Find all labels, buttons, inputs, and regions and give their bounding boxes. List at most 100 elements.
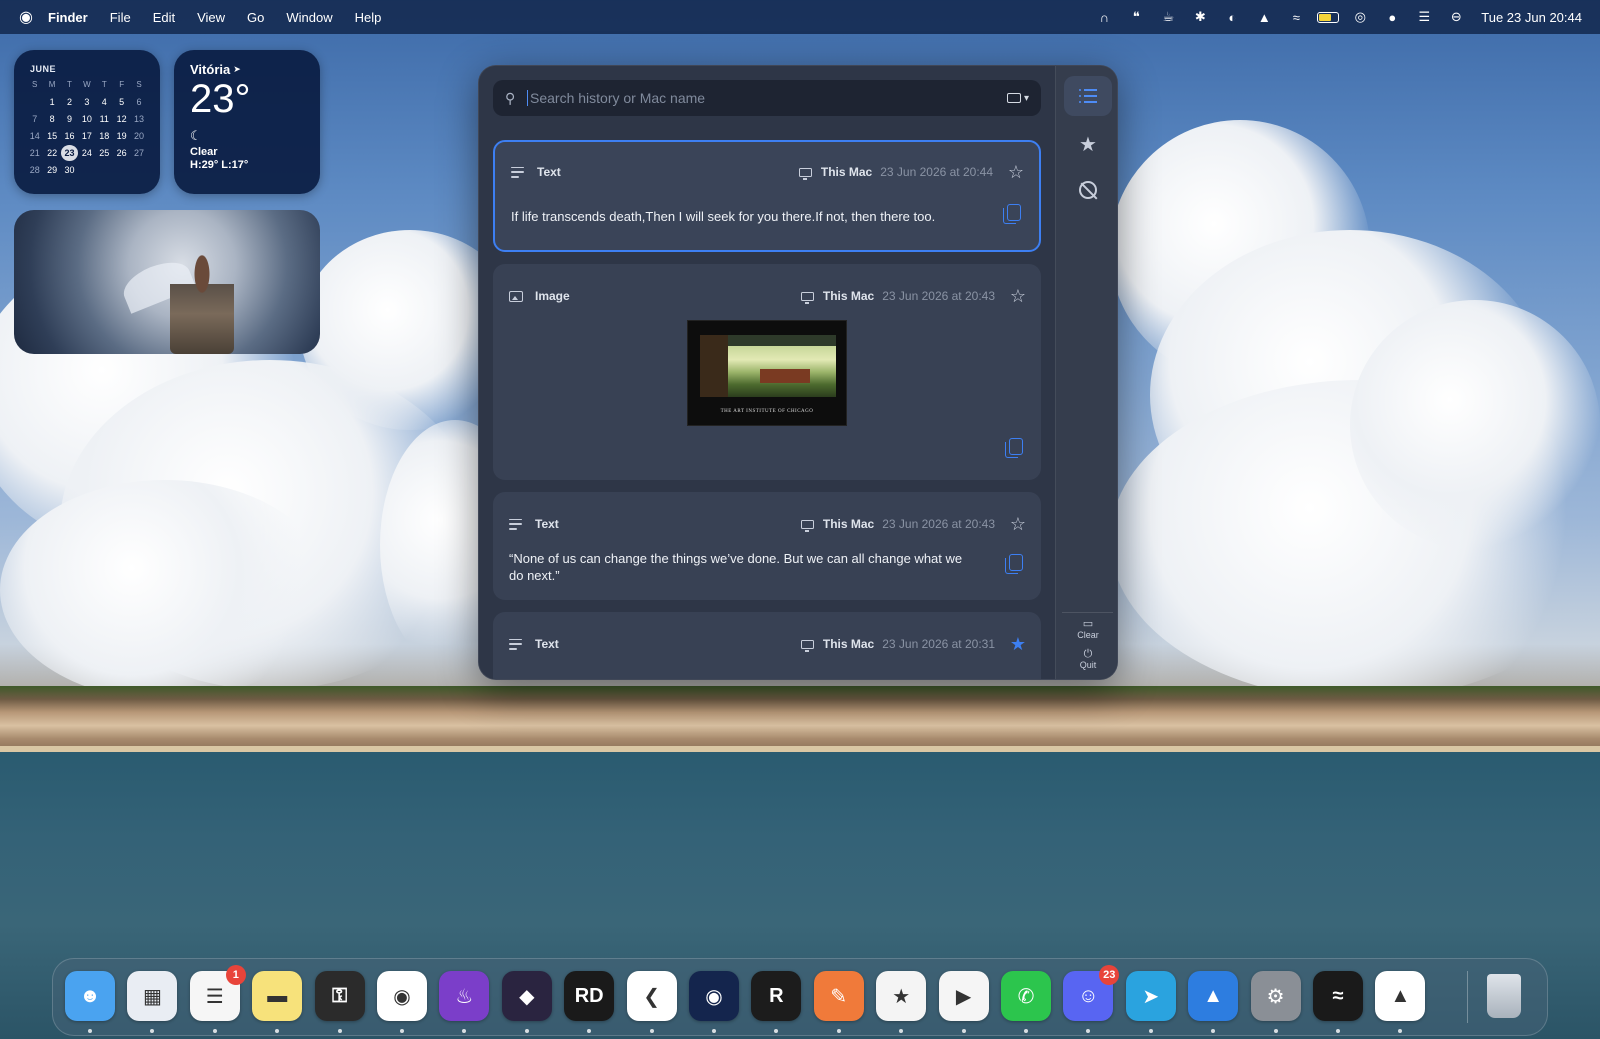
star-icon[interactable]: ☆ xyxy=(1007,163,1025,181)
dock-app-telegram[interactable]: ➤ xyxy=(1125,971,1176,1021)
weather-city: Vitória ➤ xyxy=(190,62,304,77)
calendar-widget[interactable]: JUNE S M T W T F S 1 2 3 4 5 6 7 8 9 10 11 12 13 14 15 16 17 18 1… xyxy=(14,50,160,194)
dock-app-finder[interactable]: ☻ xyxy=(65,971,115,1021)
dock-app-reminders[interactable]: ☰ 1 xyxy=(189,965,246,1021)
calendar-weekday: M xyxy=(48,80,56,89)
bear-icon[interactable]: ● xyxy=(1381,9,1403,25)
dock-app-tableplus[interactable]: ★ xyxy=(876,971,927,1021)
dock-app-icon: ☺ xyxy=(1078,984,1099,1007)
wifi-icon[interactable]: ≈ xyxy=(1285,9,1307,25)
apple-menu-icon[interactable]: ◉ xyxy=(16,7,36,27)
dock-app-youtube-music[interactable]: ▶ xyxy=(938,971,989,1021)
dock-app-discord[interactable]: ☺ 23 xyxy=(1063,965,1120,1021)
running-indicator xyxy=(88,1029,92,1033)
notification-badge: 23 xyxy=(1099,965,1120,985)
entry-type-label: Text xyxy=(537,165,561,179)
image-icon xyxy=(509,290,525,302)
sync-off-tab-button[interactable] xyxy=(1064,170,1112,210)
calendar-day: 4 xyxy=(101,97,107,107)
dock-app-chrome[interactable]: ◉ xyxy=(377,971,427,1021)
calendar-day: 3 xyxy=(84,97,90,107)
calendar-day: 21 xyxy=(29,148,40,158)
dock-app-rd[interactable]: RD xyxy=(564,971,615,1021)
favorites-tab-button[interactable]: ★ xyxy=(1064,124,1112,164)
calendar-weekday: F xyxy=(119,80,125,89)
calendar-today: 23 xyxy=(60,145,79,161)
menu-app-name[interactable]: Finder xyxy=(48,10,88,25)
menu-window[interactable]: Window xyxy=(286,10,332,25)
mac-filter-dropdown[interactable]: ▾ xyxy=(1006,93,1029,104)
copy-icon[interactable] xyxy=(1005,438,1023,458)
dock-app-testflight[interactable]: ▲ xyxy=(1188,971,1239,1021)
dock-app-icon: ★ xyxy=(892,985,911,1008)
calendar-weekday: S xyxy=(32,80,38,89)
menu-help[interactable]: Help xyxy=(355,10,382,25)
menu-go[interactable]: Go xyxy=(247,10,264,25)
airdrop-icon[interactable]: ◎ xyxy=(1349,9,1371,25)
star-icon[interactable]: ☆ xyxy=(1009,287,1027,305)
clipboard-entry[interactable]: Image This Mac 23 Jun 2026 at 20:43 ☆ TH… xyxy=(493,264,1041,480)
dock-app-arc[interactable]: ▲ xyxy=(1375,971,1426,1021)
dock-app-icon: ◉ xyxy=(393,985,411,1008)
battery-icon[interactable] xyxy=(1317,9,1340,25)
entry-timestamp: 23 Jun 2026 at 20:43 xyxy=(882,289,995,303)
menu-bar-clock[interactable]: Tue 23 Jun 20:44 xyxy=(1481,10,1582,25)
star-filled-icon[interactable]: ★ xyxy=(1009,635,1027,653)
location-arrow-icon[interactable]: ▲ xyxy=(1253,9,1275,25)
star-icon[interactable]: ☆ xyxy=(1009,515,1027,533)
weather-widget[interactable]: Vitória ➤ 23° ☾ Clear H:29° L:17° xyxy=(174,50,320,194)
focus-moon-icon[interactable]: ◐ xyxy=(1221,9,1243,25)
dock-app-icon: ☻ xyxy=(79,984,101,1007)
quit-button[interactable]: ⏻ Quit xyxy=(1056,648,1117,670)
entry-meta: This Mac 23 Jun 2026 at 20:31 ★ xyxy=(800,635,1027,653)
menu-view[interactable]: View xyxy=(197,10,225,25)
coffee-icon[interactable]: ☕ xyxy=(1157,9,1179,25)
calendar-day: 15 xyxy=(47,131,58,141)
dock-app-whatsapp[interactable]: ✆ xyxy=(1001,971,1051,1021)
dock-app-icon: ☰ xyxy=(205,985,224,1008)
clipboard-entry[interactable]: Text This Mac 23 Jun 2026 at 20:44 ☆ If … xyxy=(493,140,1041,252)
clipboard-entry[interactable]: Text This Mac 23 Jun 2026 at 20:31 ★ xyxy=(493,612,1041,679)
dock-app-system-settings[interactable]: ⚙ xyxy=(1250,971,1301,1021)
control-center-icon[interactable]: ☰ xyxy=(1413,9,1435,25)
dock-app-icon: ▲ xyxy=(1203,984,1224,1007)
history-tab-button[interactable] xyxy=(1064,76,1112,116)
dock-app-firefox[interactable]: ♨ xyxy=(439,971,490,1021)
menu-file[interactable]: File xyxy=(110,10,131,25)
search-input[interactable] xyxy=(530,90,1007,106)
dock-app-paw[interactable]: ✎ xyxy=(813,971,864,1021)
photo-widget[interactable] xyxy=(14,210,320,354)
clipboard-entry[interactable]: Text This Mac 23 Jun 2026 at 20:43 ☆ “No… xyxy=(493,492,1041,600)
text-caret xyxy=(527,90,528,106)
calendar-grid: S M T W T F S 1 2 3 4 5 6 7 8 9 10 11 12 13 14 15 16 17 18 19 20 21… xyxy=(26,77,148,178)
dock-app-icon: ◆ xyxy=(519,985,535,1008)
running-indicator xyxy=(1398,1029,1403,1033)
dock: ☻ ▦ ☰ 1 ▬ ⚿ ◉ ♨ ◆ RD ❮ ◉ R ✎ ★ ▶ ✆ ☺ 23 ➤ ▲ ⚙ ≈ ▲ xyxy=(52,958,1548,1036)
dock-trash[interactable] xyxy=(1479,971,1529,1021)
dock-app-launchpad[interactable]: ▦ xyxy=(127,971,178,1021)
clear-button[interactable]: ▭ Clear xyxy=(1056,618,1117,640)
entry-meta: This Mac 23 Jun 2026 at 20:43 ☆ xyxy=(800,287,1027,305)
dock-app-rive[interactable]: R xyxy=(751,971,802,1021)
menu-edit[interactable]: Edit xyxy=(153,10,175,25)
dock-app-ghostty[interactable]: ◉ xyxy=(689,971,739,1021)
dock-app-spotify[interactable]: ≈ xyxy=(1313,971,1363,1021)
entry-type-label: Image xyxy=(535,289,570,303)
calendar-day: 9 xyxy=(66,114,72,124)
siri-icon[interactable]: ⊖ xyxy=(1445,9,1467,25)
calendar-day: 10 xyxy=(81,114,92,124)
calendar-day: 19 xyxy=(116,131,127,141)
dock-app-icon: ≈ xyxy=(1332,984,1344,1007)
copy-icon[interactable] xyxy=(1005,554,1023,574)
dock-app-keychain[interactable]: ⚿ xyxy=(314,971,365,1021)
bluetooth-icon[interactable]: ✱ xyxy=(1189,9,1211,25)
dock-app-obsidian[interactable]: ◆ xyxy=(501,971,552,1021)
running-indicator xyxy=(1024,1029,1028,1033)
copy-icon[interactable] xyxy=(1003,204,1021,224)
screen-mirroring-icon[interactable]: ∩ xyxy=(1093,9,1115,25)
running-indicator xyxy=(150,1029,155,1033)
dock-app-notes[interactable]: ▬ xyxy=(252,971,303,1021)
dock-app-vs-code[interactable]: ❮ xyxy=(626,971,677,1021)
weather-temperature: 23° xyxy=(190,77,251,121)
quotes-icon[interactable]: ❝ xyxy=(1125,9,1147,25)
